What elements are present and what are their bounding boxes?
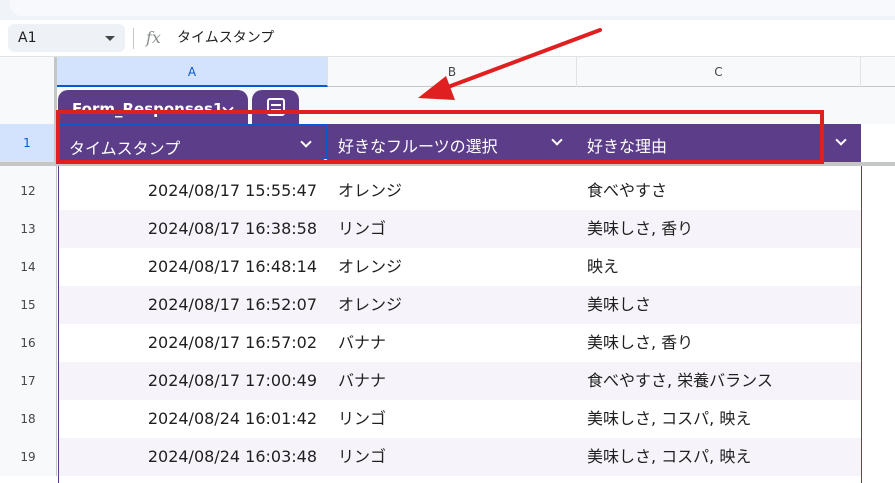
caret-down-icon[interactable]	[105, 36, 115, 41]
top-pill	[10, 0, 895, 16]
cell-reason[interactable]: 美味しさ, 香り	[577, 324, 861, 362]
row-number[interactable]: 14	[0, 248, 57, 286]
cell-fruit[interactable]: オレンジ	[328, 286, 577, 324]
chevron-down-icon[interactable]	[835, 134, 847, 146]
table-row: 14 2024/08/17 16:48:14 オレンジ 映え	[0, 248, 895, 286]
cell-reason[interactable]: 映え	[577, 248, 861, 286]
table-border-right	[861, 166, 862, 483]
cell-timestamp[interactable]: 2024/08/17 17:00:49	[59, 362, 327, 400]
column-header-c[interactable]: C	[577, 57, 861, 87]
cell-timestamp[interactable]: 2024/08/17 16:48:14	[59, 248, 327, 286]
row-number[interactable]: 18	[0, 400, 57, 438]
table-row: 12 2024/08/17 15:55:47 オレンジ 食べやすさ	[0, 172, 895, 210]
name-box[interactable]: A1	[8, 24, 125, 52]
cell-fruit[interactable]: オレンジ	[328, 172, 577, 210]
row-number-1[interactable]: 1	[0, 124, 57, 162]
cell-timestamp[interactable]: 2024/08/17 15:55:47	[59, 172, 327, 210]
column-header-b[interactable]: B	[328, 57, 577, 87]
cell-fruit[interactable]: リンゴ	[328, 400, 577, 438]
column-header-a[interactable]: A	[57, 57, 328, 87]
cell-timestamp[interactable]: 2024/08/24 16:01:42	[59, 400, 327, 438]
row-number[interactable]: 16	[0, 324, 57, 362]
cell-fruit[interactable]: リンゴ	[328, 210, 577, 248]
row-number[interactable]: 17	[0, 362, 57, 400]
fx-icon: fx	[146, 28, 161, 47]
table-row: 19 2024/08/24 16:03:48 リンゴ 美味しさ, コスパ, 映え	[0, 438, 895, 476]
row-number[interactable]: 19	[0, 438, 57, 476]
table-row: 17 2024/08/17 17:00:49 バナナ 食べやすさ, 栄養バランス	[0, 362, 895, 400]
cell-reason[interactable]: 食べやすさ, 栄養バランス	[577, 362, 861, 400]
browser-top-strip	[0, 0, 895, 20]
cell-reason[interactable]: 美味しさ, 香り	[577, 210, 861, 248]
row-number[interactable]: 15	[0, 286, 57, 324]
formula-input[interactable]: タイムスタンプ	[177, 27, 274, 47]
cell-reason[interactable]: 美味しさ, コスパ, 映え	[577, 400, 861, 438]
table-border-left	[58, 166, 59, 483]
table-row: 16 2024/08/17 16:57:02 バナナ 美味しさ, 香り	[0, 324, 895, 362]
cell-reason[interactable]: 美味しさ, コスパ, 映え	[577, 438, 861, 476]
row-number[interactable]: 13	[0, 210, 57, 248]
cell-fruit[interactable]: リンゴ	[328, 438, 577, 476]
formula-divider	[133, 28, 134, 49]
cell-timestamp[interactable]: 2024/08/17 16:52:07	[59, 286, 327, 324]
cell-fruit[interactable]: オレンジ	[328, 248, 577, 286]
cell-reason[interactable]: 食べやすさ	[577, 172, 861, 210]
cell-timestamp[interactable]: 2024/08/17 16:38:58	[59, 210, 327, 248]
column-header-row: A B C	[0, 57, 895, 87]
row-number[interactable]: 12	[0, 172, 57, 210]
band-row-gutter	[0, 87, 57, 124]
table-row: 15 2024/08/17 16:52:07 オレンジ 美味しさ	[0, 286, 895, 324]
cell-fruit[interactable]: バナナ	[328, 362, 577, 400]
cell-fruit[interactable]: バナナ	[328, 324, 577, 362]
annotation-highlight-box	[56, 110, 824, 164]
cell-reason[interactable]: 美味しさ	[577, 286, 861, 324]
table-row: 13 2024/08/17 16:38:58 リンゴ 美味しさ, 香り	[0, 210, 895, 248]
name-box-value: A1	[18, 30, 37, 46]
formula-bar: A1 fx タイムスタンプ	[0, 20, 895, 57]
cell-timestamp[interactable]: 2024/08/24 16:03:48	[59, 438, 327, 476]
table-row: 18 2024/08/24 16:01:42 リンゴ 美味しさ, コスパ, 映え	[0, 400, 895, 438]
cell-timestamp[interactable]: 2024/08/17 16:57:02	[59, 324, 327, 362]
select-all-corner[interactable]	[0, 57, 57, 87]
